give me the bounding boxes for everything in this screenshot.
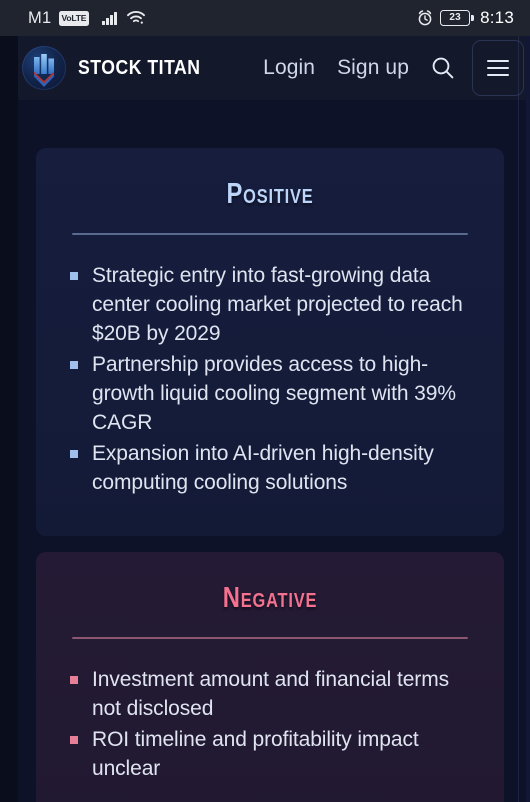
vertical-scrollbar[interactable] bbox=[526, 36, 530, 802]
search-icon[interactable] bbox=[426, 51, 460, 85]
hamburger-menu-icon[interactable] bbox=[472, 40, 524, 96]
battery-percent-label: 23 bbox=[449, 12, 461, 23]
positive-bullet-list: Strategic entry into fast-growing data c… bbox=[70, 261, 470, 497]
site-header: STOCK TITAN Login Sign up bbox=[18, 36, 530, 100]
status-bar-right-group: 23 8:13 bbox=[417, 0, 514, 36]
battery-indicator: 23 bbox=[440, 10, 474, 26]
header-nav: Login Sign up bbox=[252, 40, 530, 96]
browser-viewport: STOCK TITAN Login Sign up Positive Strat… bbox=[0, 36, 530, 802]
negative-bullet-list: Investment amount and financial terms no… bbox=[70, 665, 470, 783]
brand-home-link[interactable]: STOCK TITAN bbox=[22, 46, 221, 90]
login-link[interactable]: Login bbox=[252, 56, 326, 80]
android-status-bar: M1 VoLTE 23 8:13 bbox=[0, 0, 530, 36]
alarm-clock-icon bbox=[417, 10, 433, 26]
positive-card-title: Positive bbox=[226, 178, 314, 210]
list-item: Partnership provides access to high-grow… bbox=[70, 350, 470, 437]
positive-card-divider bbox=[72, 233, 468, 235]
page-content: Positive Strategic entry into fast-growi… bbox=[18, 100, 530, 802]
status-bar-left-group: M1 VoLTE bbox=[28, 8, 146, 28]
list-item: Strategic entry into fast-growing data c… bbox=[70, 261, 470, 348]
cellular-signal-icon bbox=[102, 11, 118, 25]
carrier-label: M1 bbox=[28, 8, 52, 27]
list-item: ROI timeline and profitability impact un… bbox=[70, 725, 470, 783]
brand-name-label: STOCK TITAN bbox=[78, 56, 201, 79]
volte-badge: VoLTE bbox=[58, 10, 90, 26]
list-item: Expansion into AI-driven high-density co… bbox=[70, 439, 470, 497]
clock-label: 8:13 bbox=[480, 8, 514, 27]
list-item: Investment amount and financial terms no… bbox=[70, 665, 470, 723]
web-page: STOCK TITAN Login Sign up Positive Strat… bbox=[18, 36, 530, 802]
stock-titan-logo-icon bbox=[22, 46, 66, 90]
negative-card: Negative Investment amount and financial… bbox=[36, 552, 504, 802]
signup-link[interactable]: Sign up bbox=[326, 56, 420, 80]
page-edge-line bbox=[518, 36, 519, 802]
negative-card-divider bbox=[72, 637, 468, 639]
negative-card-title: Negative bbox=[222, 582, 318, 614]
positive-card: Positive Strategic entry into fast-growi… bbox=[36, 148, 504, 536]
left-gutter bbox=[0, 36, 18, 802]
wifi-icon bbox=[127, 11, 146, 25]
